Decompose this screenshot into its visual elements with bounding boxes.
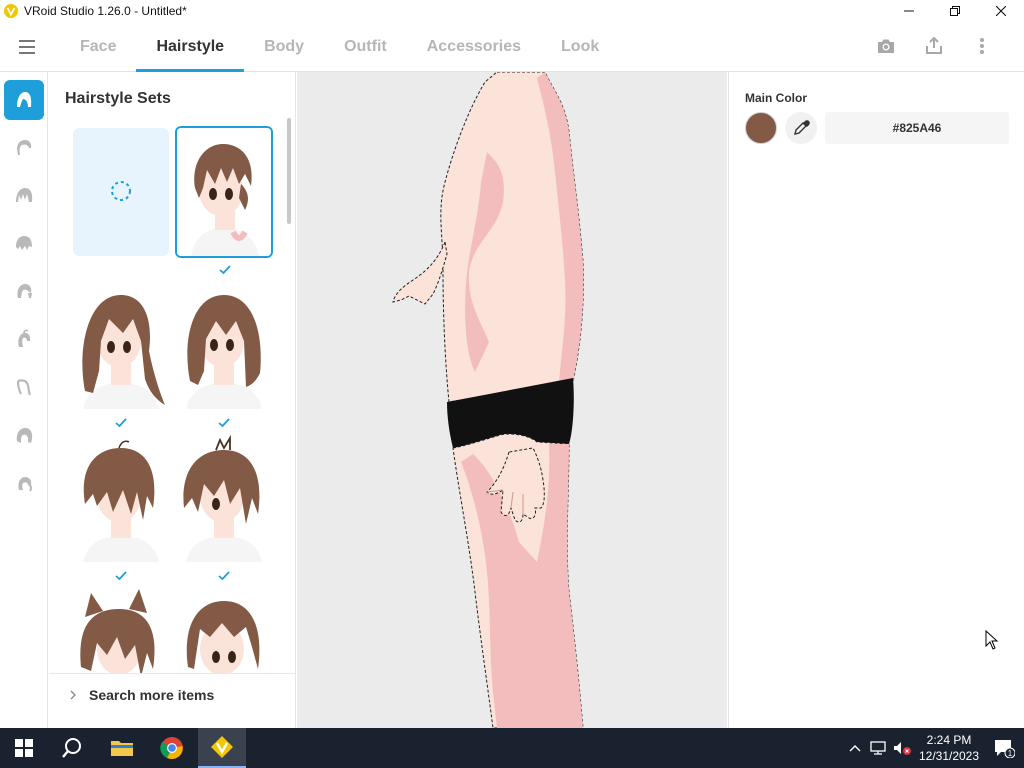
checkmark-icon [115, 418, 127, 428]
main-color-swatch[interactable] [745, 112, 777, 144]
hairstyle-set-icon [17, 92, 32, 107]
sidebar-item-ponytail[interactable] [4, 464, 44, 504]
show-hidden-icons-button[interactable] [844, 728, 866, 768]
hairstyle-thumbnail [176, 281, 272, 409]
camera-icon [878, 39, 894, 53]
eyedropper-icon [794, 120, 810, 135]
main-color-label: Main Color [745, 91, 807, 105]
window-title: VRoid Studio 1.26.0 - Untitled* [24, 4, 187, 18]
more-vertical-icon [980, 38, 984, 54]
notification-icon: 1 [995, 740, 1015, 758]
search-more-items-button[interactable]: Search more items [49, 673, 295, 715]
taskbar-search-button[interactable] [48, 728, 96, 768]
main-nav: Face Hairstyle Body Outfit Accessories L… [0, 22, 1024, 72]
hamburger-menu-icon[interactable] [18, 38, 38, 56]
volume-muted-icon [894, 742, 911, 755]
tab-body[interactable]: Body [244, 22, 324, 72]
system-clock[interactable]: 2:24 PM 12/31/2023 [914, 732, 984, 764]
sidebar-item-ahoge[interactable] [4, 320, 44, 360]
network-button[interactable] [866, 728, 890, 768]
sidebar-item-side-hair[interactable] [4, 272, 44, 312]
mouse-cursor-icon [985, 630, 999, 650]
notifications-button[interactable]: 1 [984, 728, 1024, 768]
hairstyle-card-medium-bob[interactable] [176, 281, 272, 409]
vroid-logo-icon [4, 4, 18, 18]
panel-scrollbar[interactable] [287, 118, 291, 224]
sidebar-item-strand-hair[interactable] [4, 368, 44, 408]
sidebar-item-hair-extension[interactable] [4, 416, 44, 456]
base-hair-icon [17, 140, 32, 155]
checkmark-icon [218, 571, 230, 581]
checkmark-icon [218, 418, 230, 428]
start-button[interactable] [0, 728, 48, 768]
sidebar-item-base-hair[interactable] [4, 128, 44, 168]
new-hairstyle-card[interactable] [73, 128, 169, 256]
hairstyle-thumbnail [177, 128, 271, 256]
hairstyle-thumbnail [176, 434, 272, 562]
vroid-app-icon [211, 736, 233, 758]
camera-button[interactable] [874, 34, 898, 58]
windows-logo-icon [15, 739, 33, 757]
clock-time: 2:24 PM [926, 733, 972, 747]
category-tabs: Face Hairstyle Body Outfit Accessories L… [60, 22, 619, 72]
clock-date: 12/31/2023 [918, 749, 980, 763]
volume-button[interactable] [890, 728, 914, 768]
search-more-label: Search more items [89, 686, 215, 703]
chrome-icon [160, 737, 183, 760]
side-hair-icon [17, 284, 32, 298]
back-hair-icon [16, 236, 32, 250]
hair-properties-panel: Main Color [728, 72, 1024, 728]
hairstyle-card-long[interactable] [73, 281, 169, 409]
restore-button[interactable] [932, 0, 978, 22]
hairstyle-card-spiky-bob[interactable] [176, 434, 272, 562]
taskbar-vroid-studio[interactable] [198, 728, 246, 768]
notification-count: 1 [1008, 749, 1013, 758]
sidebar-item-hairstyle-set[interactable] [4, 80, 44, 120]
hair-category-sidebar [0, 72, 48, 728]
restore-icon [950, 6, 960, 16]
folder-icon [111, 741, 133, 756]
sidebar-item-back-hair[interactable] [4, 224, 44, 264]
network-icon [870, 741, 886, 755]
new-item-icon [111, 181, 131, 201]
system-tray: 2:24 PM 12/31/2023 1 [844, 728, 1024, 768]
tab-look[interactable]: Look [541, 22, 619, 72]
search-icon [62, 738, 81, 758]
main-color-hex-input[interactable] [825, 112, 1009, 144]
tab-face[interactable]: Face [60, 22, 136, 72]
front-hair-icon [16, 188, 33, 202]
close-button[interactable] [978, 0, 1024, 22]
hairstyle-thumbnail [73, 434, 169, 562]
strand-hair-icon [16, 379, 32, 396]
ponytail-hair-icon [18, 477, 33, 492]
panel-title: Hairstyle Sets [65, 90, 171, 107]
hairstyle-card-short[interactable] [175, 126, 273, 258]
taskbar-file-explorer[interactable] [98, 728, 146, 768]
windows-taskbar: 2:24 PM 12/31/2023 1 [0, 728, 1024, 768]
checkmark-icon [115, 571, 127, 581]
chevron-up-icon [849, 745, 861, 752]
tab-hairstyle[interactable]: Hairstyle [136, 22, 244, 72]
hairstyle-thumbnail [73, 281, 169, 409]
minimize-icon [904, 10, 914, 12]
more-options-button[interactable] [970, 34, 994, 58]
close-icon [996, 6, 1006, 16]
export-button[interactable] [922, 34, 946, 58]
hairstyle-card-messy-short[interactable] [73, 434, 169, 562]
title-bar: VRoid Studio 1.26.0 - Untitled* [0, 0, 1024, 22]
hairstyle-sets-panel: Hairstyle Sets Search more items [49, 72, 296, 728]
tab-outfit[interactable]: Outfit [324, 22, 407, 72]
checkmark-icon [219, 265, 231, 275]
taskbar-chrome[interactable] [148, 728, 196, 768]
sidebar-item-front-hair[interactable] [4, 176, 44, 216]
model-viewport[interactable] [297, 72, 727, 728]
tab-accessories[interactable]: Accessories [407, 22, 541, 72]
share-export-icon [926, 36, 942, 54]
chevron-right-icon [70, 690, 76, 699]
ahoge-icon [18, 329, 31, 347]
minimize-button[interactable] [886, 0, 932, 22]
hair-extension-icon [16, 428, 33, 443]
avatar-3d-model [392, 72, 584, 728]
eyedropper-button[interactable] [785, 112, 817, 144]
